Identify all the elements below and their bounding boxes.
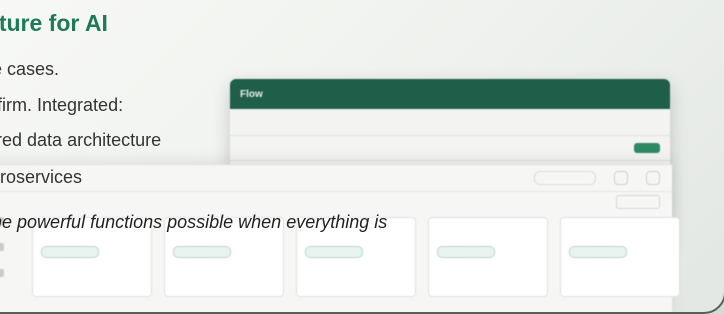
app-back-logo: Flow <box>240 88 263 100</box>
content-card[interactable] <box>428 217 548 297</box>
rail-icon[interactable] <box>0 243 4 251</box>
app-back-filter-row <box>230 136 670 161</box>
slide-quote: e the powerful functions possible when e… <box>0 212 388 232</box>
card-tag <box>41 246 99 258</box>
app-front-filter-chip[interactable] <box>614 171 628 185</box>
app-front-topbar <box>0 165 672 192</box>
rail-icon[interactable] <box>0 269 4 277</box>
app-back-topbar: Flow <box>230 79 670 109</box>
card-tag <box>305 246 363 258</box>
slide-text-line: microservices <box>0 167 83 187</box>
slide-text-line: he firm. Integrated: <box>0 95 124 115</box>
slide-card: Flow ure for AI cases. firm. Integrated:… <box>0 0 724 314</box>
app-front-filter-chip[interactable] <box>646 171 660 185</box>
app-back-action-button[interactable] <box>634 143 660 153</box>
app-back-toolbar <box>230 109 670 136</box>
content-card[interactable] <box>560 217 680 297</box>
app-window-front <box>0 164 680 312</box>
card-tag <box>569 246 627 258</box>
app-front-search-input[interactable] <box>534 171 596 185</box>
slide-text-line: ctured data architecture <box>0 130 162 150</box>
app-front-subheader <box>0 192 672 212</box>
card-tag <box>437 246 495 258</box>
slide-text-line: age cases. <box>0 59 60 79</box>
card-tag <box>173 246 231 258</box>
app-front-sort-control[interactable] <box>616 195 660 209</box>
slide-heading: ucture for AI <box>0 10 108 36</box>
